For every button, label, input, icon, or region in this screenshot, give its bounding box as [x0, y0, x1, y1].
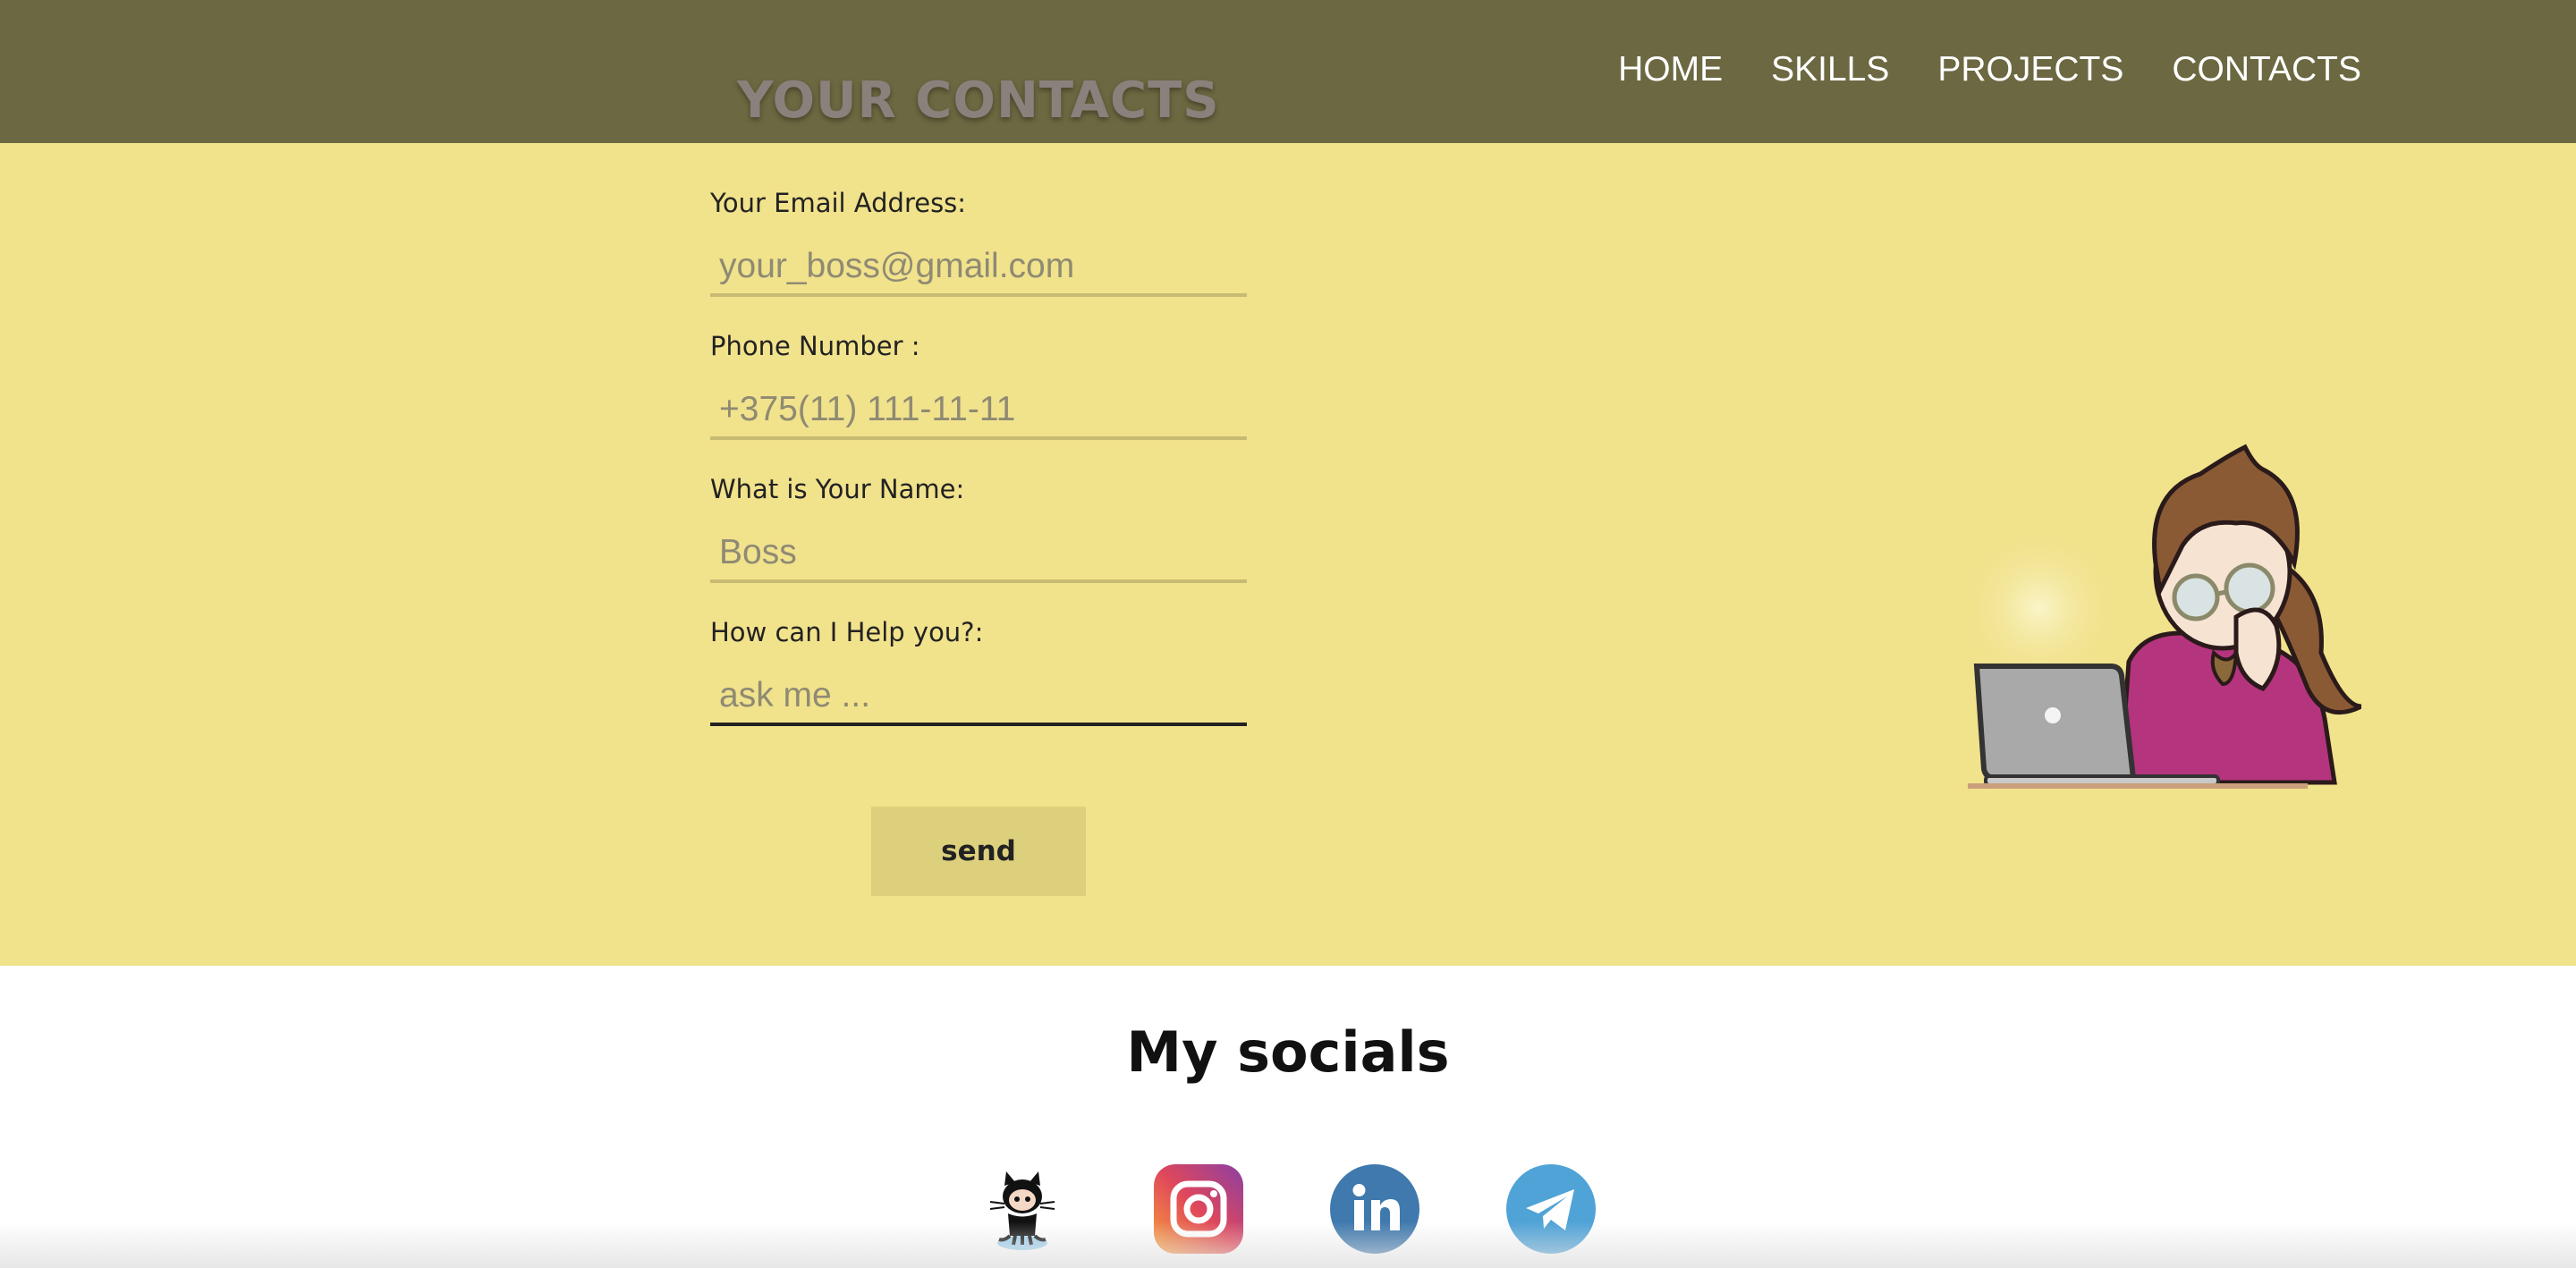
- email-label: Your Email Address:: [710, 188, 967, 218]
- telegram-icon[interactable]: [1506, 1164, 1596, 1254]
- linkedin-icon[interactable]: [1330, 1164, 1419, 1254]
- instagram-icon[interactable]: [1154, 1164, 1243, 1254]
- nav-skills-link[interactable]: SKILLS: [1771, 50, 1889, 89]
- main-nav: HOME SKILLS PROJECTS CONTACTS: [1618, 50, 2361, 89]
- help-field-group: How can I Help you?:: [710, 617, 1247, 726]
- name-input[interactable]: [710, 526, 1247, 583]
- nav-contacts-link[interactable]: CONTACTS: [2172, 50, 2361, 89]
- social-links: [978, 1164, 1596, 1254]
- site-header: YOUR CONTACTS HOME SKILLS PROJECTS CONTA…: [0, 0, 2576, 143]
- email-input[interactable]: [710, 240, 1247, 297]
- socials-heading: My socials: [1126, 1019, 1450, 1085]
- phone-label: Phone Number :: [710, 331, 920, 361]
- contact-section: Your Email Address: Phone Number : What …: [0, 143, 2576, 966]
- help-input[interactable]: [710, 669, 1247, 726]
- phone-field-group: Phone Number :: [710, 331, 1247, 440]
- name-field-group: What is Your Name:: [710, 474, 1247, 583]
- github-icon[interactable]: [978, 1164, 1067, 1254]
- nav-projects-link[interactable]: PROJECTS: [1937, 50, 2123, 89]
- nav-home-link[interactable]: HOME: [1618, 50, 1723, 89]
- contact-form: Your Email Address: Phone Number : What …: [710, 188, 1247, 760]
- phone-input[interactable]: [710, 383, 1247, 440]
- send-button[interactable]: send: [871, 807, 1086, 896]
- help-label: How can I Help you?:: [710, 617, 984, 647]
- name-label: What is Your Name:: [710, 474, 965, 504]
- developer-illustration: [1968, 444, 2361, 789]
- email-field-group: Your Email Address:: [710, 188, 1247, 297]
- page-title: YOUR CONTACTS: [737, 72, 1220, 130]
